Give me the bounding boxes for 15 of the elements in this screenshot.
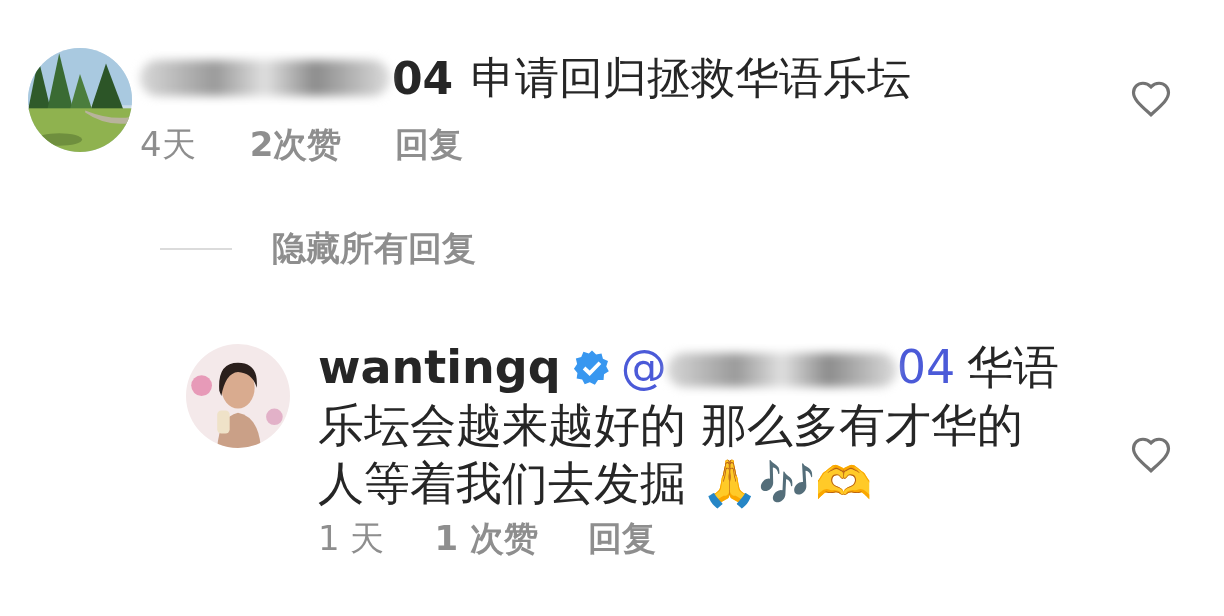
comment-time: 4天 xyxy=(140,123,196,166)
comment-text: 申请回归拯救华语乐坛 xyxy=(471,50,912,105)
reply-button[interactable]: 回复 xyxy=(395,122,464,168)
username[interactable]: wantingq xyxy=(318,340,561,394)
mention-link[interactable]: 04 xyxy=(896,340,956,394)
mention-at[interactable]: @ xyxy=(620,340,667,394)
hide-replies-button[interactable]: 隐藏所有回复 xyxy=(272,226,476,272)
like-count[interactable]: 1 次赞 xyxy=(434,516,538,562)
like-count[interactable]: 2次赞 xyxy=(249,122,342,168)
reply-button[interactable]: 回复 xyxy=(587,516,656,562)
comment-time: 1 天 xyxy=(318,517,385,560)
reply-text: 乐坛会越来越好的 那么多有才华的 xyxy=(318,397,1024,454)
username[interactable]: 04 xyxy=(392,52,454,104)
reply-text: 华语 xyxy=(967,340,1060,394)
reply-text: 人等着我们去发掘 🙏🎶🫶 xyxy=(318,455,873,512)
